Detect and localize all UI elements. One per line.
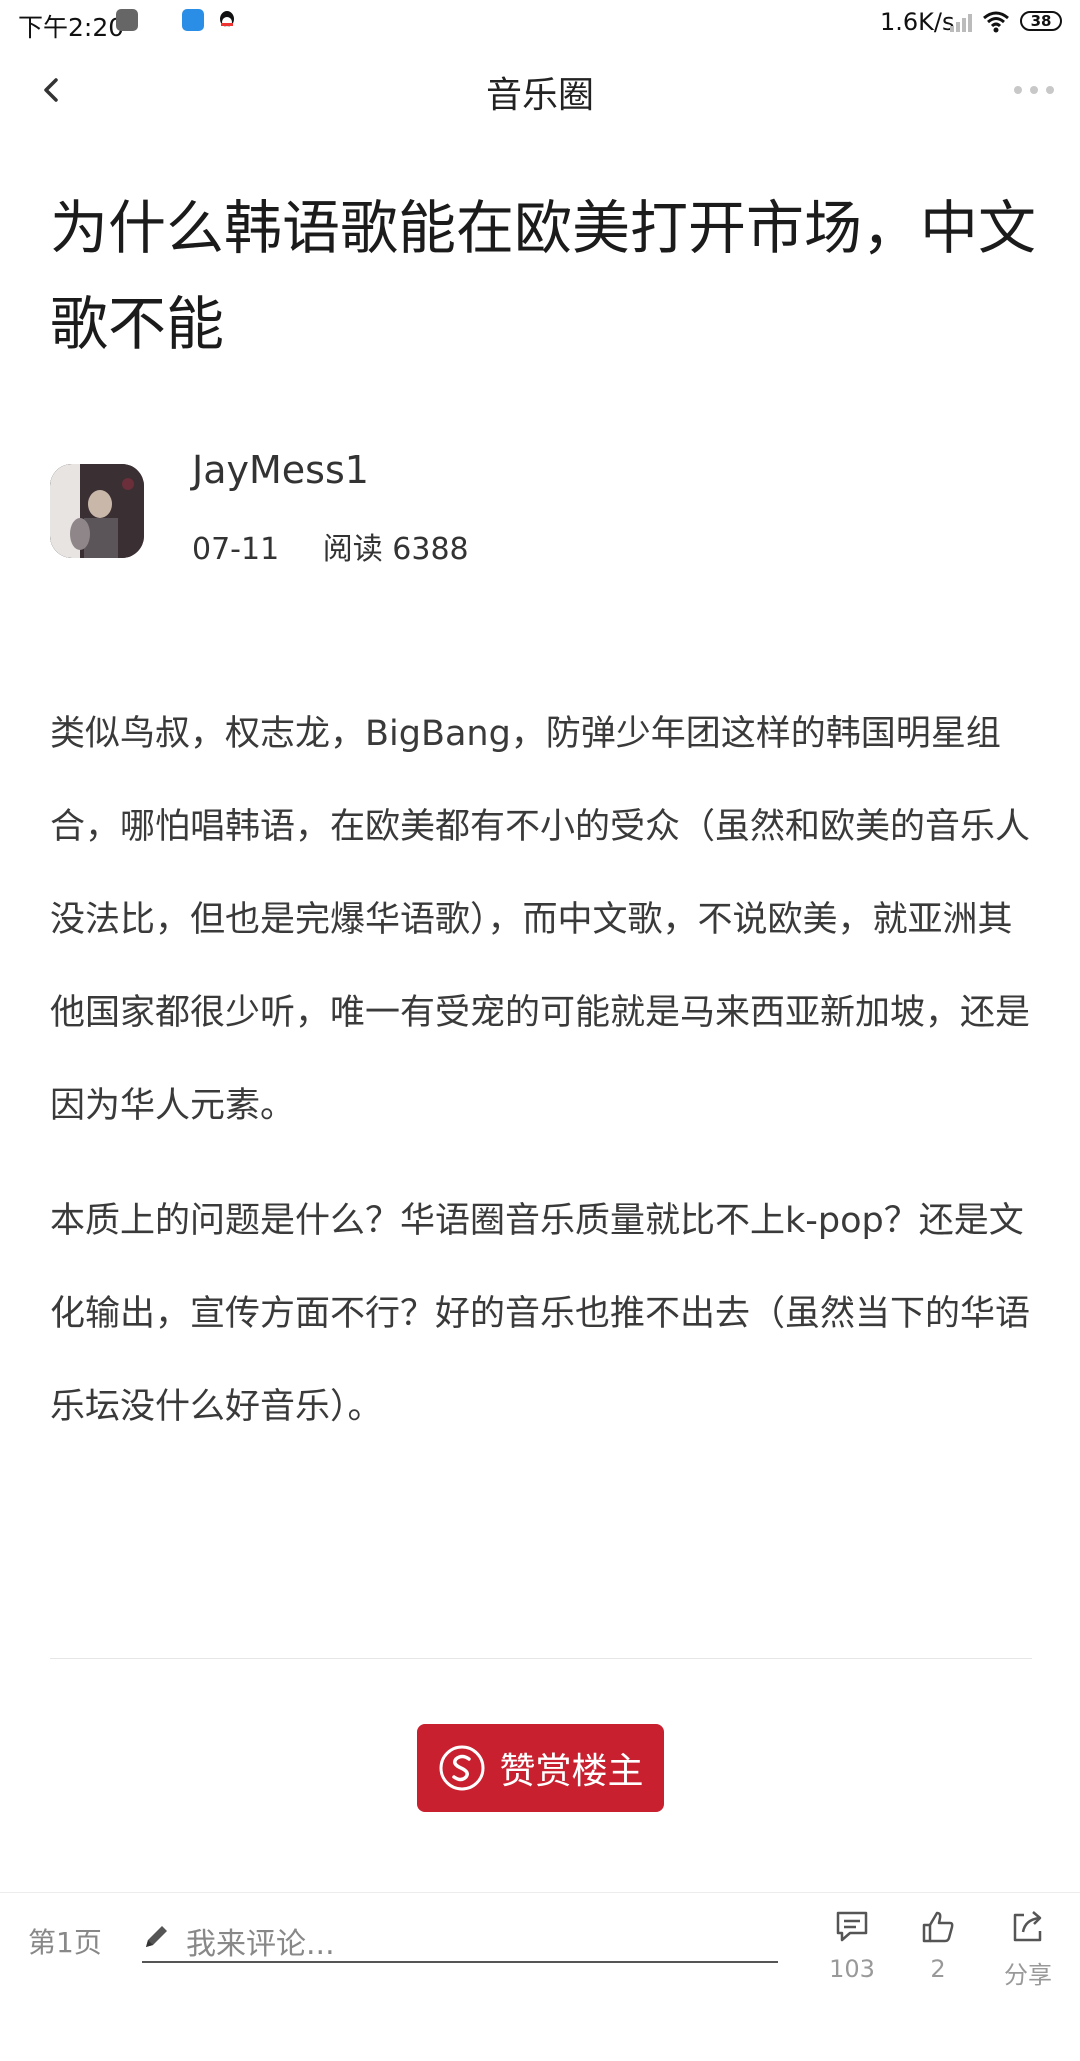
- comment-placeholder: 我来评论...: [186, 1927, 335, 1962]
- divider: [50, 1658, 1032, 1659]
- reward-label: 赞赏楼主: [499, 1751, 644, 1792]
- share-label: 分享: [1004, 1961, 1052, 1989]
- post-paragraph: 本质上的问题是什么？华语圈音乐质量就比不上k-pop？还是文化输出，宣传方面不行…: [50, 1201, 1031, 1427]
- network-speed: 1.6K/s: [880, 8, 955, 36]
- reward-button[interactable]: 赞赏楼主: [417, 1724, 664, 1812]
- status-bar: 下午2:20 1.6K/s 38: [0, 0, 1080, 46]
- wifi-icon: [983, 11, 1009, 33]
- bottom-bar: 第1页 我来评论... 103 2 分享: [0, 1892, 1080, 2061]
- read-count: 6388: [392, 532, 469, 567]
- post-paragraph: 类似鸟叔，权志龙，BigBang，防弹少年团这样的韩国明星组合，哪怕唱韩语，在欧…: [50, 714, 1031, 1126]
- like-button[interactable]: 2: [898, 1907, 978, 1983]
- notification-app-icon-2: [182, 9, 204, 31]
- author-name[interactable]: JayMess1: [192, 448, 369, 492]
- avatar[interactable]: [50, 464, 144, 558]
- battery-icon: 38: [1020, 11, 1062, 31]
- likes-count: 2: [930, 1955, 946, 1983]
- comments-button[interactable]: 103: [812, 1907, 892, 1983]
- post-title: 为什么韩语歌能在欧美打开市场，中文歌不能: [50, 194, 1037, 358]
- read-label: 阅读: [322, 532, 383, 567]
- more-dots-icon[interactable]: [1010, 80, 1058, 100]
- page-title: 音乐圈: [485, 75, 594, 116]
- post-meta: 07-11 阅读 6388: [192, 524, 469, 568]
- comment-input[interactable]: 我来评论...: [142, 1915, 778, 1963]
- status-time: 下午2:20: [18, 13, 125, 42]
- comment-icon: [836, 1911, 868, 1942]
- nav-bar: 音乐圈: [0, 46, 1080, 136]
- post-content: 类似鸟叔，权志龙，BigBang，防弹少年团这样的韩国明星组合，哪怕唱韩语，在欧…: [50, 688, 1040, 1476]
- coin-icon: [439, 1745, 485, 1791]
- share-button[interactable]: 分享: [988, 1907, 1068, 1990]
- share-icon: [1013, 1911, 1042, 1942]
- comments-count: 103: [829, 1955, 875, 1983]
- page-indicator[interactable]: 第1页: [28, 1921, 102, 1961]
- qq-icon: [216, 9, 238, 31]
- thumbs-up-icon: [922, 1911, 954, 1943]
- signal-icon: [950, 14, 972, 32]
- pencil-icon: [146, 1926, 167, 1947]
- post-date: 07-11: [192, 532, 280, 567]
- notification-app-icon: [116, 9, 138, 31]
